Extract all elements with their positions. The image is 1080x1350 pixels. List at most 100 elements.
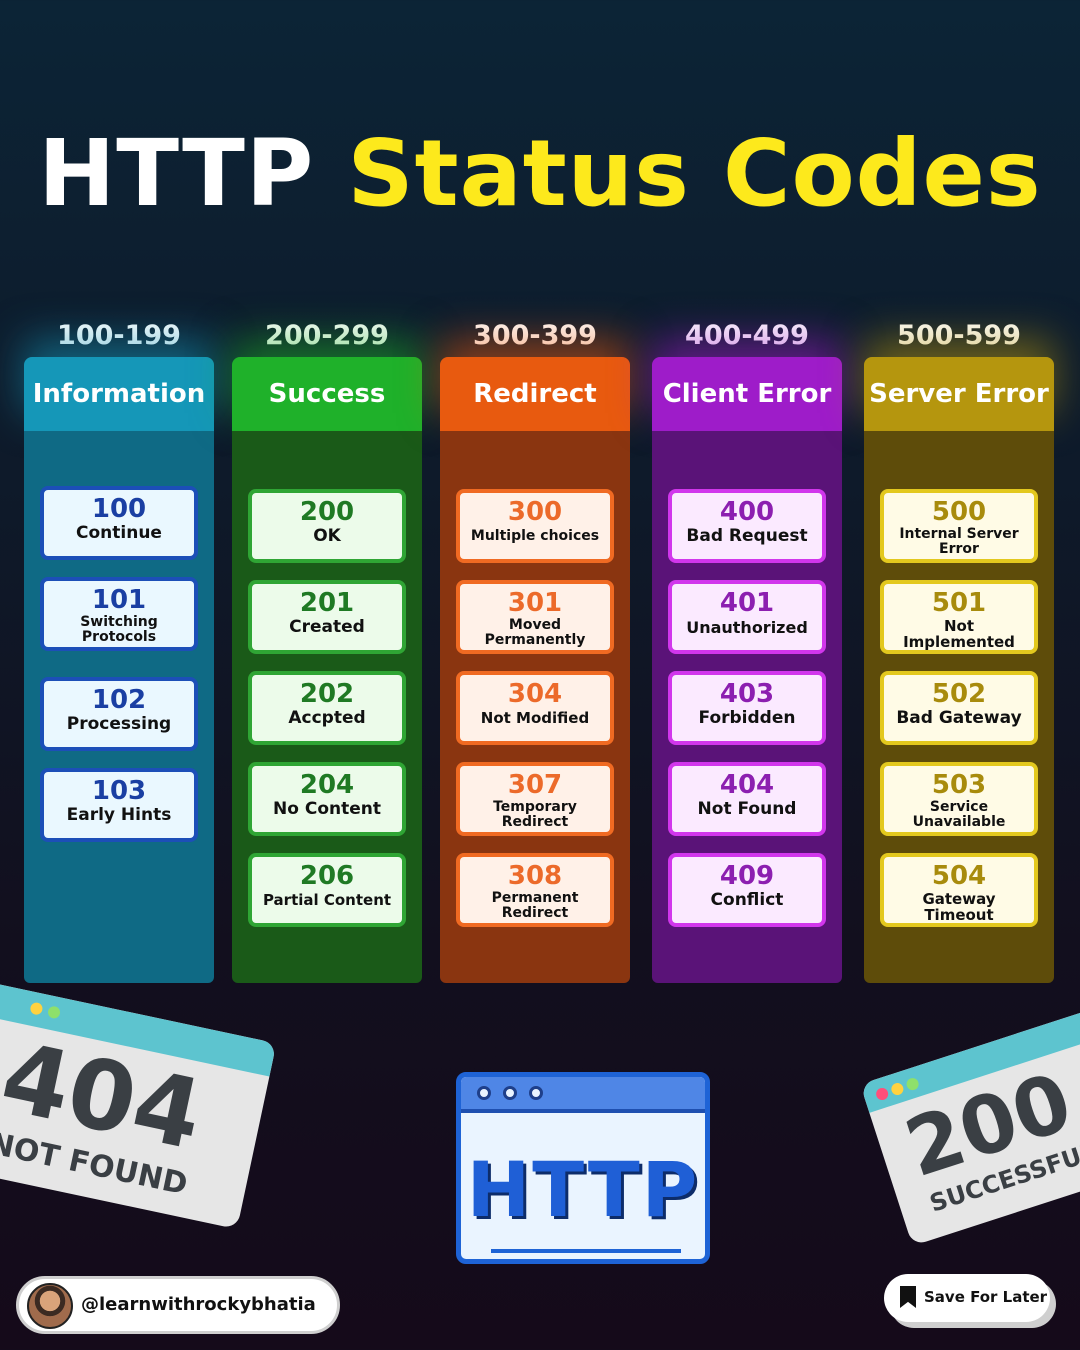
column-range: 500-599 xyxy=(897,320,1021,351)
status-card-200: 200 OK xyxy=(248,489,406,563)
status-label: Processing xyxy=(66,714,172,734)
status-card-100: 100 Continue xyxy=(40,486,198,560)
status-label: Permanent Redirect xyxy=(491,890,579,921)
column-success: 200-299 Success 200 OK 201 Created 202 Accp… xyxy=(232,320,422,984)
window-circle-icon xyxy=(477,1086,491,1100)
status-code: 101 xyxy=(91,585,147,615)
status-label: Created xyxy=(289,617,365,637)
title-part-yellow: Status Codes xyxy=(347,120,1042,227)
status-card-500: 500 Internal Server Error xyxy=(880,489,1038,563)
window-circle-icon xyxy=(503,1086,517,1100)
column-header: Server Error xyxy=(864,357,1054,431)
column-body: 500 Internal Server Error 501 Not Implemen… xyxy=(864,431,1054,983)
window-circle-icon xyxy=(529,1086,543,1100)
status-label: Switching Protocols xyxy=(80,614,158,645)
status-card-308: 308 Permanent Redirect xyxy=(456,853,614,927)
status-card-504: 504 Gateway Timeout xyxy=(880,853,1038,927)
column-body: 300 Multiple choices 301 Moved Permanently… xyxy=(440,431,630,983)
status-card-304: 304 Not Modified xyxy=(456,671,614,745)
status-code: 504 xyxy=(931,861,987,891)
column-body: 400 Bad Request 401 Unauthorized 403 Forbid… xyxy=(652,431,842,983)
status-card-503: 503 Service Unavailable xyxy=(880,762,1038,836)
status-code: 300 xyxy=(507,497,563,527)
column-range: 100-199 xyxy=(57,320,181,351)
status-code: 404 xyxy=(719,770,775,800)
status-card-404: 404 Not Found xyxy=(668,762,826,836)
status-label: OK xyxy=(313,526,341,546)
window-underline xyxy=(491,1249,681,1253)
status-label: Not Implemented xyxy=(903,617,1015,651)
column-body: 200 OK 201 Created 202 Accpted 204 No Conten… xyxy=(232,431,422,983)
status-label: Not Found xyxy=(697,799,797,819)
status-code: 501 xyxy=(931,588,987,618)
column-range: 400-499 xyxy=(685,320,809,351)
status-code: 401 xyxy=(719,588,775,618)
save-for-later-button[interactable]: Save For Later xyxy=(884,1274,1050,1322)
title-part-white: HTTP xyxy=(38,120,315,227)
window-dot-icon xyxy=(46,1005,62,1020)
author-handle: @learnwithrockybhatia xyxy=(81,1294,316,1315)
status-code: 500 xyxy=(931,497,987,527)
column-header: Redirect xyxy=(440,357,630,431)
status-card-409: 409 Conflict xyxy=(668,853,826,927)
status-card-401: 401 Unauthorized xyxy=(668,580,826,654)
avatar xyxy=(27,1283,73,1329)
status-label: Moved Permanently xyxy=(484,617,586,648)
status-code: 206 xyxy=(299,861,355,891)
status-card-307: 307 Temporary Redirect xyxy=(456,762,614,836)
status-code: 503 xyxy=(931,770,987,800)
status-code: 103 xyxy=(91,776,147,806)
column-header: Client Error xyxy=(652,357,842,431)
status-code: 201 xyxy=(299,588,355,618)
status-label: Early Hints xyxy=(66,805,172,825)
status-card-206: 206 Partial Content xyxy=(248,853,406,927)
status-code: 301 xyxy=(507,588,563,618)
status-label: Not Modified xyxy=(480,709,590,727)
status-card-102: 102 Processing xyxy=(40,677,198,751)
status-code: 409 xyxy=(719,861,775,891)
column-header: Information xyxy=(24,357,214,431)
status-card-400: 400 Bad Request xyxy=(668,489,826,563)
column-body: 100 Continue 101 Switching Protocols 102 Pr… xyxy=(24,431,214,983)
column-client-error: 400-499 Client Error 400 Bad Request 401 U… xyxy=(652,320,842,984)
bookmark-icon xyxy=(900,1286,916,1308)
column-range: 300-399 xyxy=(473,320,597,351)
window-dot-icon xyxy=(874,1086,890,1102)
status-label: Temporary Redirect xyxy=(493,799,577,830)
status-code: 102 xyxy=(91,685,147,715)
status-card-403: 403 Forbidden xyxy=(668,671,826,745)
column-information: 100-199 Information 100 Continue 101 Switc… xyxy=(24,320,214,984)
status-label: Forbidden xyxy=(698,708,796,728)
window-dot-icon xyxy=(905,1076,921,1092)
window-dot-icon xyxy=(29,1001,44,1016)
status-card-300: 300 Multiple choices xyxy=(456,489,614,563)
status-code: 308 xyxy=(507,861,563,891)
status-label: Conflict xyxy=(710,890,784,910)
status-label: Accpted xyxy=(288,708,366,728)
window-titlebar xyxy=(461,1077,705,1113)
status-card-301: 301 Moved Permanently xyxy=(456,580,614,654)
status-label: Bad Gateway xyxy=(896,708,1022,728)
column-server-error: 500-599 Server Error 500 Internal Server … xyxy=(864,320,1054,984)
status-label: Bad Request xyxy=(686,526,808,546)
status-card-502: 502 Bad Gateway xyxy=(880,671,1038,745)
not-found-window-illustration: 404 NOT FOUND xyxy=(0,980,277,1230)
column-header: Success xyxy=(232,357,422,431)
status-code: 200 xyxy=(299,497,355,527)
status-label: Internal Server Error xyxy=(899,526,1019,557)
author-handle-pill[interactable]: @learnwithrockybhatia xyxy=(16,1276,340,1334)
status-code: 502 xyxy=(931,679,987,709)
status-code: 204 xyxy=(299,770,355,800)
illustration-http-word: HTTP xyxy=(466,1145,700,1234)
status-label: Unauthorized xyxy=(686,618,808,637)
status-card-103: 103 Early Hints xyxy=(40,768,198,842)
status-label: Gateway Timeout xyxy=(922,890,996,924)
page-title: HTTP Status Codes xyxy=(0,120,1080,227)
window-dot-icon xyxy=(889,1081,905,1097)
successful-window-illustration: 200 SUCCESSFUL xyxy=(860,1003,1080,1247)
status-label: Continue xyxy=(76,523,162,543)
status-code: 100 xyxy=(91,494,147,524)
status-card-201: 201 Created xyxy=(248,580,406,654)
status-code: 307 xyxy=(507,770,563,800)
status-card-204: 204 No Content xyxy=(248,762,406,836)
